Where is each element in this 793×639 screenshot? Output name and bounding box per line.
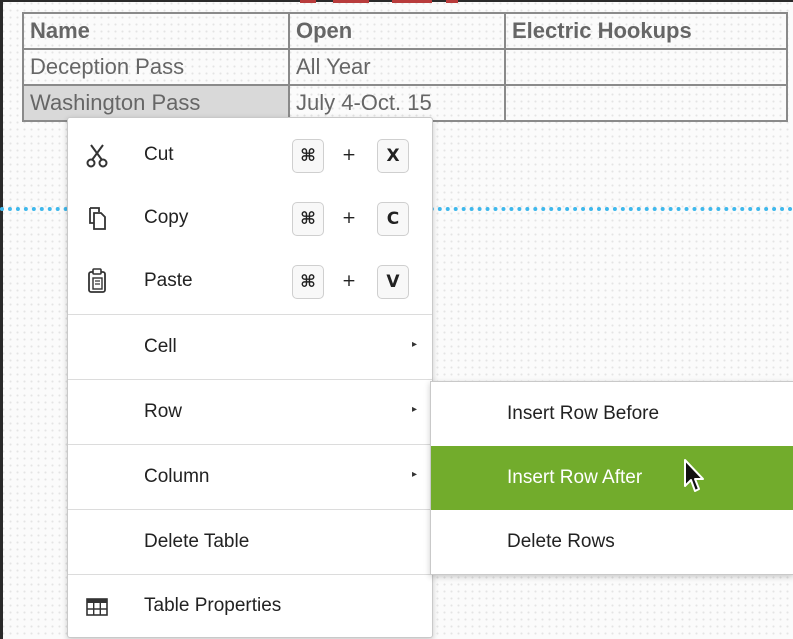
clipboard-icon — [82, 266, 112, 296]
cut-off-heading-fragment — [333, 0, 369, 3]
menu-item-label: Paste — [144, 270, 193, 291]
menu-item-copy[interactable]: Copy ⌘ + C — [68, 186, 432, 250]
submenu-item-insert-row-after[interactable]: Insert Row After — [431, 446, 793, 510]
shortcut-key: V — [377, 265, 409, 299]
menu-item-table-properties[interactable]: Table Properties — [68, 574, 432, 638]
mouse-pointer-icon — [681, 458, 709, 496]
shortcut-key: X — [377, 139, 409, 173]
menu-item-label: Column — [144, 466, 210, 487]
shortcut-plus: + — [341, 271, 357, 291]
table-header-cell[interactable]: Electric Hookups — [504, 12, 788, 50]
table-header-cell[interactable]: Name — [22, 12, 290, 50]
context-menu: Cut ⌘ + X Copy ⌘ + C Paste ⌘ + V Cell ▸ … — [67, 117, 433, 638]
menu-item-column[interactable]: Column ▸ — [68, 445, 432, 509]
table-header-row: Name Open Electric Hookups — [22, 12, 788, 50]
table-grid-icon — [82, 591, 112, 621]
command-key: ⌘ — [292, 202, 324, 236]
table-row: Washington Pass July 4-Oct. 15 — [22, 84, 788, 122]
menu-item-label: Delete Table — [144, 531, 250, 552]
table-cell[interactable]: July 4-Oct. 15 — [288, 84, 506, 122]
table-cell[interactable]: All Year — [288, 48, 506, 86]
document-table[interactable]: Name Open Electric Hookups Deception Pas… — [22, 12, 788, 122]
scissors-icon — [82, 140, 112, 170]
shortcut-plus: + — [341, 145, 357, 165]
row-submenu: Insert Row Before Insert Row After Delet… — [430, 381, 793, 575]
menu-item-cell[interactable]: Cell ▸ — [68, 315, 432, 379]
menu-item-row[interactable]: Row ▸ — [68, 380, 432, 444]
submenu-arrow-icon: ▸ — [412, 339, 418, 350]
menu-item-label: Row — [144, 401, 183, 422]
table-cell[interactable] — [504, 48, 788, 86]
menu-item-label: Cell — [144, 336, 177, 357]
table-cell-selected[interactable]: Washington Pass — [22, 84, 290, 122]
submenu-item-delete-rows[interactable]: Delete Rows — [431, 510, 793, 574]
shortcut-key: C — [377, 202, 409, 236]
table-cell[interactable]: Deception Pass — [22, 48, 290, 86]
submenu-item-label: Delete Rows — [507, 531, 615, 552]
submenu-item-insert-row-before[interactable]: Insert Row Before — [431, 382, 793, 446]
table-cell[interactable] — [504, 84, 788, 122]
menu-item-label: Table Properties — [144, 595, 282, 616]
submenu-arrow-icon: ▸ — [412, 404, 418, 415]
submenu-arrow-icon: ▸ — [412, 469, 418, 480]
menu-item-label: Cut — [144, 144, 174, 165]
submenu-item-label: Insert Row After — [507, 467, 643, 488]
menu-item-cut[interactable]: Cut ⌘ + X — [68, 123, 432, 187]
editor-left-border — [0, 0, 3, 639]
cut-off-heading-fragment — [392, 0, 432, 3]
copy-icon — [82, 203, 112, 233]
menu-item-delete-table[interactable]: Delete Table — [68, 510, 432, 574]
shortcut-plus: + — [341, 208, 357, 228]
menu-item-label: Copy — [144, 207, 189, 228]
command-key: ⌘ — [292, 139, 324, 173]
table-row: Deception Pass All Year — [22, 48, 788, 86]
cut-off-heading-fragment — [446, 0, 458, 3]
command-key: ⌘ — [292, 265, 324, 299]
table-header-cell[interactable]: Open — [288, 12, 506, 50]
submenu-item-label: Insert Row Before — [507, 403, 660, 424]
menu-item-paste[interactable]: Paste ⌘ + V — [68, 249, 432, 313]
cut-off-heading-fragment — [300, 0, 316, 3]
